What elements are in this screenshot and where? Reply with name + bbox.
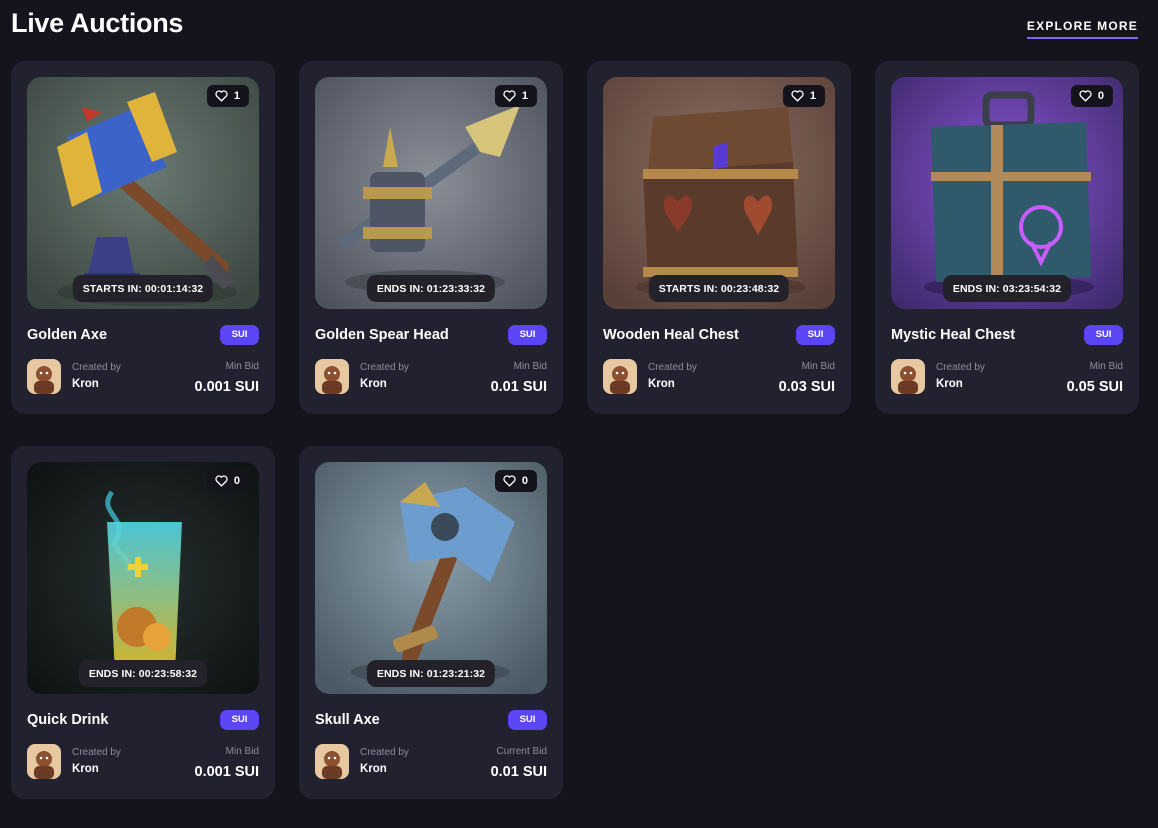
creator-name[interactable]: Kron [360,763,387,775]
avatar-image [27,744,61,779]
likes-count: 0 [521,475,528,487]
item-image[interactable]: 1 ENDS IN: 01:23:33:32 [315,77,547,309]
auction-card[interactable]: 1 STARTS IN: 00:01:14:32 Golden Axe SUI … [11,61,275,414]
heart-outline-icon [1079,90,1092,102]
created-by-label: Created by [936,362,985,373]
bid-amount: 0.03 SUI [778,379,835,395]
heart-outline-icon [503,90,516,102]
creator-name[interactable]: Kron [72,378,99,390]
avatar-image [315,744,349,779]
avatar-image [603,359,637,394]
currency-chip: SUI [220,710,259,730]
likes-count: 1 [233,90,240,102]
auction-card[interactable]: 0 ENDS IN: 01:23:21:32 Skull Axe SUI Cre… [299,446,563,799]
bid-label: Min Bid [801,361,835,372]
bid-amount: 0.01 SUI [490,764,547,780]
auction-timer: STARTS IN: 00:01:14:32 [72,275,214,302]
created-by-label: Created by [360,362,409,373]
currency-chip: SUI [508,325,547,345]
creator-avatar[interactable] [315,744,349,779]
bid-label: Min Bid [1089,361,1123,372]
likes-count: 1 [521,90,528,102]
bid-amount: 0.05 SUI [1066,379,1123,395]
likes-button[interactable]: 1 [494,85,537,107]
currency-chip: SUI [1084,325,1123,345]
auction-card[interactable]: 0 ENDS IN: 00:23:58:32 Quick Drink SUI C… [11,446,275,799]
item-image[interactable]: 0 ENDS IN: 00:23:58:32 [27,462,259,694]
creator-name[interactable]: Kron [360,378,387,390]
bid-label: Min Bid [225,361,259,372]
creator-name[interactable]: Kron [936,378,963,390]
heart-outline-icon [215,475,228,487]
bid-label: Min Bid [513,361,547,372]
heart-outline-icon [503,475,516,487]
bid-label: Min Bid [225,746,259,757]
created-by-label: Created by [72,362,121,373]
avatar-image [315,359,349,394]
likes-button[interactable]: 0 [494,470,537,492]
likes-count: 0 [233,475,240,487]
likes-button[interactable]: 0 [1070,85,1113,107]
creator-name[interactable]: Kron [72,763,99,775]
likes-button[interactable]: 1 [782,85,825,107]
item-name[interactable]: Quick Drink [27,712,108,728]
item-name[interactable]: Golden Spear Head [315,327,449,343]
item-name[interactable]: Skull Axe [315,712,380,728]
currency-chip: SUI [508,710,547,730]
creator-avatar[interactable] [315,359,349,394]
auction-timer: STARTS IN: 00:23:48:32 [648,275,790,302]
avatar-image [27,359,61,394]
bid-amount: 0.001 SUI [194,764,260,780]
creator-avatar[interactable] [891,359,925,394]
creator-avatar[interactable] [603,359,637,394]
item-image[interactable]: 0 ENDS IN: 03:23:54:32 [891,77,1123,309]
heart-outline-icon [791,90,804,102]
likes-count: 1 [809,90,816,102]
auction-timer: ENDS IN: 01:23:33:32 [366,275,496,302]
currency-chip: SUI [220,325,259,345]
section-header: Live Auctions EXPLORE MORE [11,8,1138,48]
auction-timer: ENDS IN: 01:23:21:32 [366,660,496,687]
item-image[interactable]: 0 ENDS IN: 01:23:21:32 [315,462,547,694]
section-title: Live Auctions [11,8,184,38]
item-name[interactable]: Golden Axe [27,327,107,343]
bid-amount: 0.001 SUI [194,379,260,395]
bid-label: Current Bid [496,746,547,757]
likes-button[interactable]: 1 [206,85,249,107]
currency-chip: SUI [796,325,835,345]
created-by-label: Created by [360,747,409,758]
created-by-label: Created by [72,747,121,758]
creator-avatar[interactable] [27,744,61,779]
item-name[interactable]: Wooden Heal Chest [603,327,739,343]
heart-outline-icon [215,90,228,102]
creator-name[interactable]: Kron [648,378,675,390]
created-by-label: Created by [648,362,697,373]
auction-timer: ENDS IN: 03:23:54:32 [942,275,1072,302]
auction-card[interactable]: 1 ENDS IN: 01:23:33:32 Golden Spear Head… [299,61,563,414]
item-image[interactable]: 1 STARTS IN: 00:23:48:32 [603,77,835,309]
auction-card[interactable]: 0 ENDS IN: 03:23:54:32 Mystic Heal Chest… [875,61,1139,414]
likes-button[interactable]: 0 [206,470,249,492]
avatar-image [891,359,925,394]
creator-avatar[interactable] [27,359,61,394]
explore-more-link[interactable]: EXPLORE MORE [1026,19,1138,39]
bid-amount: 0.01 SUI [490,379,547,395]
item-name[interactable]: Mystic Heal Chest [891,327,1015,343]
auction-timer: ENDS IN: 00:23:58:32 [78,660,208,687]
auction-card[interactable]: 1 STARTS IN: 00:23:48:32 Wooden Heal Che… [587,61,851,414]
likes-count: 0 [1097,90,1104,102]
item-image[interactable]: 1 STARTS IN: 00:01:14:32 [27,77,259,309]
